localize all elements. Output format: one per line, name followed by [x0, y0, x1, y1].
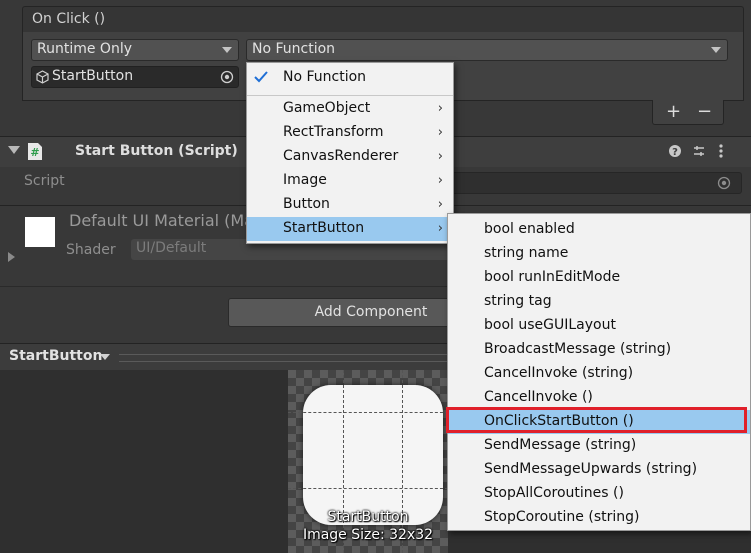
submenu-item-broadcastmessage[interactable]: BroadcastMessage (string) — [448, 338, 750, 362]
runtime-mode-dropdown[interactable]: Runtime Only — [31, 39, 239, 61]
menu-item-label: Image — [283, 172, 327, 188]
submenu-item-sendmessageupwards[interactable]: SendMessageUpwards (string) — [448, 458, 750, 482]
menu-separator — [247, 95, 453, 96]
submenu-item-label: bool enabled — [484, 221, 575, 237]
remove-listener-button[interactable]: − — [697, 101, 712, 122]
chevron-right-icon: › — [437, 197, 443, 212]
script-field-label: Script — [24, 173, 65, 189]
menu-item-label: CanvasRenderer — [283, 148, 399, 164]
shader-label: Shader — [66, 242, 116, 258]
function-dropdown-label: No Function — [252, 41, 336, 57]
menu-item-label: StartButton — [283, 220, 365, 236]
submenu-item-bool-runineditmode[interactable]: bool runInEditMode — [448, 266, 750, 290]
chevron-right-icon: › — [437, 149, 443, 164]
material-name: Default UI Material (Ma — [69, 211, 254, 230]
menu-item-canvasrenderer[interactable]: CanvasRenderer › — [247, 145, 453, 169]
slice-guide-line — [343, 370, 344, 553]
add-listener-button[interactable]: + — [666, 101, 681, 122]
presets-icon[interactable] — [692, 144, 706, 158]
help-icon[interactable]: ? — [668, 144, 682, 158]
checkmark-icon — [254, 71, 268, 83]
startbutton-submenu: bool enabled string name bool runInEditM… — [447, 213, 751, 531]
menu-item-recttransform[interactable]: RectTransform › — [247, 121, 453, 145]
function-dropdown[interactable]: No Function — [246, 39, 728, 61]
chevron-right-icon: › — [437, 173, 443, 188]
chevron-right-icon: › — [437, 101, 443, 116]
menu-item-image[interactable]: Image › — [247, 169, 453, 193]
menu-item-label: Button — [283, 196, 330, 212]
chevron-down-icon — [222, 47, 232, 53]
submenu-item-label: BroadcastMessage (string) — [484, 341, 672, 357]
shader-value: UI/Default — [136, 240, 207, 256]
submenu-item-label: bool runInEditMode — [484, 269, 621, 285]
preview-image-size: Image Size: 32x32 — [302, 527, 434, 543]
svg-text:#: # — [30, 146, 39, 159]
preview-object-title[interactable]: StartButton — [9, 348, 102, 364]
gameobject-cube-icon — [36, 70, 49, 84]
slice-guide-line — [288, 488, 448, 489]
runtime-mode-label: Runtime Only — [37, 41, 132, 57]
sprite-preview-image — [303, 385, 443, 525]
submenu-item-string-name[interactable]: string name — [448, 242, 750, 266]
submenu-item-stopallcoroutines[interactable]: StopAllCoroutines () — [448, 482, 750, 506]
menu-item-label: RectTransform — [283, 124, 384, 140]
slice-guide-line — [288, 412, 448, 413]
slice-guide-line — [402, 370, 403, 553]
menu-item-no-function[interactable]: No Function — [247, 66, 453, 90]
add-remove-listener-group: + − — [652, 100, 724, 125]
target-object-name: StartButton — [52, 68, 134, 84]
menu-item-gameobject[interactable]: GameObject › — [247, 97, 453, 121]
function-menu: No Function GameObject › RectTransform ›… — [246, 62, 454, 244]
more-options-icon[interactable] — [718, 143, 724, 159]
material-thumbnail — [25, 217, 55, 247]
submenu-item-label: StopCoroutine (string) — [484, 509, 640, 525]
submenu-item-sendmessage[interactable]: SendMessage (string) — [448, 434, 750, 458]
submenu-item-label: bool useGUILayout — [484, 317, 616, 333]
chevron-right-icon: › — [437, 221, 443, 236]
submenu-item-string-tag[interactable]: string tag — [448, 290, 750, 314]
object-picker-icon[interactable] — [717, 176, 731, 190]
submenu-item-cancelinvoke-string[interactable]: CancelInvoke (string) — [448, 362, 750, 386]
submenu-item-label: CancelInvoke () — [484, 389, 593, 405]
submenu-item-label: SendMessage (string) — [484, 437, 637, 453]
submenu-item-bool-useguilayout[interactable]: bool useGUILayout — [448, 314, 750, 338]
annotation-highlight-box — [446, 407, 747, 433]
submenu-item-label: CancelInvoke (string) — [484, 365, 634, 381]
menu-item-label: GameObject — [283, 100, 371, 116]
menu-item-button[interactable]: Button › — [247, 193, 453, 217]
menu-item-startbutton[interactable]: StartButton › — [247, 217, 453, 241]
menu-item-label: No Function — [283, 69, 367, 85]
foldout-arrow-icon[interactable] — [8, 146, 20, 154]
on-click-header: On Click () — [22, 6, 744, 33]
submenu-item-bool-enabled[interactable]: bool enabled — [448, 218, 750, 242]
object-picker-icon[interactable] — [220, 70, 234, 84]
submenu-item-label: string name — [484, 245, 569, 261]
submenu-item-label: string tag — [484, 293, 552, 309]
on-click-title: On Click () — [32, 11, 106, 27]
chevron-right-icon: › — [437, 125, 443, 140]
submenu-item-label: SendMessageUpwards (string) — [484, 461, 698, 477]
csharp-script-icon: # — [28, 143, 42, 160]
submenu-item-stopcoroutine[interactable]: StopCoroutine (string) — [448, 506, 750, 530]
chevron-down-icon[interactable] — [100, 354, 110, 360]
script-reference-field — [430, 172, 742, 194]
material-foldout-icon[interactable] — [8, 252, 15, 262]
svg-text:?: ? — [672, 147, 678, 158]
preview-image-name: StartButton — [327, 509, 409, 525]
chevron-down-icon — [711, 47, 721, 53]
target-object-field[interactable]: StartButton — [31, 66, 239, 88]
script-component-title: Start Button (Script) — [75, 143, 238, 159]
submenu-item-label: StopAllCoroutines () — [484, 485, 624, 501]
